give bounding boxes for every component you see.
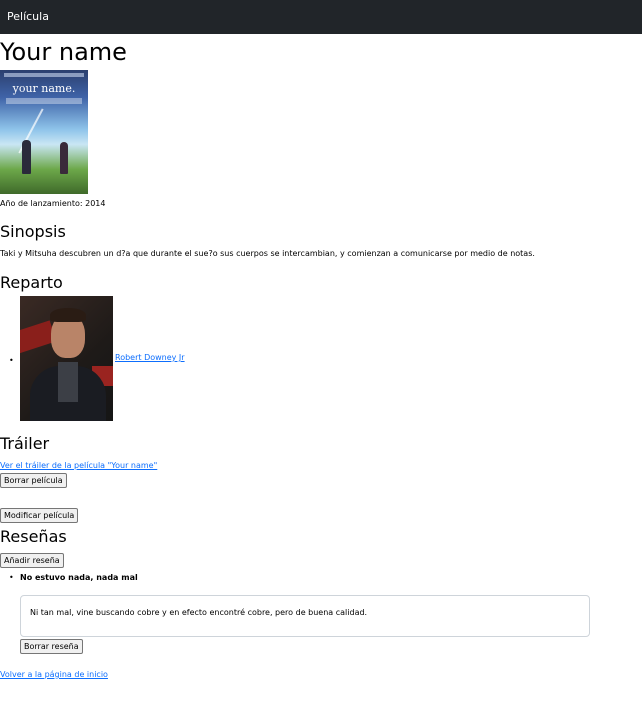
poster-tagline-band [4, 73, 84, 77]
poster-title-art: your name. [12, 82, 76, 95]
list-bullet: • [9, 356, 14, 365]
review-card: Ni tan mal, vine buscando cobre y en efe… [20, 595, 590, 637]
navbar-brand[interactable]: Película [7, 10, 49, 23]
actor-shirt [58, 362, 78, 402]
review-title: No estuvo nada, nada mal [20, 573, 138, 582]
edit-movie-button[interactable]: Modificar película [0, 508, 79, 523]
actor-photo [20, 296, 113, 421]
delete-movie-button[interactable]: Borrar película [0, 473, 67, 488]
reviews-heading: Reseñas [0, 527, 67, 546]
movie-title: Your name [0, 38, 127, 66]
trailer-heading: Tráiler [0, 434, 50, 453]
movie-poster: your name. [0, 70, 88, 194]
delete-review-button[interactable]: Borrar reseña [20, 639, 83, 654]
actor-link[interactable]: Robert Downey Jr [115, 353, 185, 362]
poster-figure-left [22, 140, 31, 174]
release-year: Año de lanzamiento: 2014 [0, 199, 106, 208]
home-link[interactable]: Volver a la página de inicio [0, 670, 108, 679]
trailer-link[interactable]: Ver el tráiler de la película "Your name… [0, 461, 157, 470]
poster-figure-right [60, 142, 68, 174]
list-bullet: • [9, 573, 14, 582]
navbar: Película [0, 0, 642, 34]
synopsis-text: Taki y Mitsuha descubren un d?a que dura… [0, 249, 535, 258]
cast-heading: Reparto [0, 273, 63, 292]
review-body: Ni tan mal, vine buscando cobre y en efe… [30, 608, 368, 617]
actor-hair [50, 308, 86, 322]
synopsis-heading: Sinopsis [0, 222, 66, 241]
add-review-button[interactable]: Añadir reseña [0, 553, 64, 568]
poster-credits-band [6, 98, 82, 104]
